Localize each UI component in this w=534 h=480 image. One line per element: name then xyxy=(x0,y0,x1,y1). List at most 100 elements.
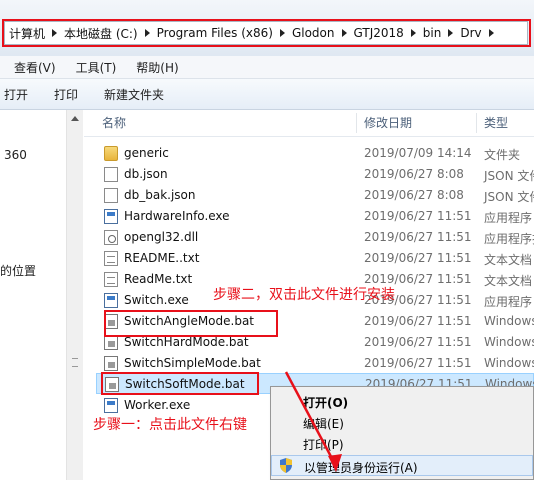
open-button[interactable]: 打开 xyxy=(4,86,28,103)
column-divider[interactable] xyxy=(476,113,477,133)
bat-icon xyxy=(104,314,118,329)
menu-tools[interactable]: 工具(T) xyxy=(62,59,123,76)
file-type: 应用程序扩 xyxy=(484,232,534,246)
address-bar-area: 计算机 本地磁盘 (C:) Program Files (x86) Glodon… xyxy=(0,0,534,56)
file-date: 2019/06/27 8:08 xyxy=(364,188,464,202)
folder-icon xyxy=(104,146,118,161)
breadcrumb-chevron-icon[interactable] xyxy=(341,29,347,37)
file-type: JSON 文件 xyxy=(484,190,534,204)
breadcrumb-chevron-icon[interactable] xyxy=(448,29,454,37)
column-date[interactable]: 修改日期 xyxy=(364,110,412,136)
file-name: db_bak.json xyxy=(124,188,196,202)
breadcrumb-chevron-icon[interactable] xyxy=(279,29,285,37)
breadcrumb-chevron-icon[interactable] xyxy=(52,29,58,37)
breadcrumb-local-disk[interactable]: 本地磁盘 (C:) xyxy=(64,25,138,42)
bat-icon xyxy=(104,335,118,350)
breadcrumb-chevron-icon[interactable] xyxy=(144,29,150,37)
new-folder-button[interactable]: 新建文件夹 xyxy=(104,86,164,103)
file-date: 2019/06/27 11:51 xyxy=(364,335,472,349)
file-row[interactable]: db.json 2019/06/27 8:08 JSON 文件 xyxy=(96,164,534,185)
nav-item-locations[interactable]: 的位置 xyxy=(0,262,36,279)
file-row[interactable]: SwitchHardMode.bat 2019/06/27 11:51 Wind… xyxy=(96,332,534,353)
file-row[interactable]: db_bak.json 2019/06/27 8:08 JSON 文件 xyxy=(96,185,534,206)
file-date: 2019/07/09 14:14 xyxy=(364,146,472,160)
bat-icon xyxy=(105,377,119,392)
file-name: HardwareInfo.exe xyxy=(124,209,230,223)
column-type[interactable]: 类型 xyxy=(484,110,508,136)
breadcrumb-chevron-icon[interactable] xyxy=(410,29,416,37)
file-name: opengl32.dll xyxy=(124,230,199,244)
file-name: SwitchSoftMode.bat xyxy=(125,377,245,391)
file-date: 2019/06/27 8:08 xyxy=(364,167,464,181)
file-row[interactable]: opengl32.dll 2019/06/27 11:51 应用程序扩 xyxy=(96,227,534,248)
context-edit-label: 编辑(E) xyxy=(303,417,344,431)
txt-icon xyxy=(104,272,118,287)
column-divider[interactable] xyxy=(356,113,357,133)
scroll-grip-icon[interactable] xyxy=(72,358,78,367)
file-type: JSON 文件 xyxy=(484,169,534,183)
uac-shield-icon xyxy=(280,458,292,473)
breadcrumb-chevron-icon[interactable] xyxy=(488,29,494,37)
dll-icon xyxy=(104,230,118,245)
file-name: Worker.exe xyxy=(124,398,191,412)
column-header: 名称 修改日期 类型 xyxy=(84,110,534,137)
file-type: Windows xyxy=(484,335,534,349)
file-name: Switch.exe xyxy=(124,293,189,307)
context-edit[interactable]: 编辑(E) xyxy=(271,412,533,433)
navigation-pane: 360 的位置 xyxy=(0,110,66,480)
context-print-label: 打印(P) xyxy=(303,438,344,452)
menu-bar: 查看(V) 工具(T) 帮助(H) xyxy=(0,56,534,79)
command-toolbar: 打开 打印 新建文件夹 xyxy=(0,79,534,110)
context-run-as-admin[interactable]: 以管理员身份运行(A) xyxy=(271,455,533,476)
file-type: 应用程序 xyxy=(484,295,533,309)
navigation-scrollbar[interactable] xyxy=(66,110,83,480)
context-open[interactable]: 打开(O) xyxy=(271,391,533,412)
file-icon xyxy=(104,188,118,203)
column-name[interactable]: 名称 xyxy=(102,110,126,136)
exe-icon xyxy=(104,209,118,224)
menu-view[interactable]: 查看(V) xyxy=(0,59,62,76)
context-menu: 打开(O) 编辑(E) 打印(P) 以管理员身份运行(A) xyxy=(270,386,534,480)
file-date: 2019/06/27 11:51 xyxy=(364,314,472,328)
file-row[interactable]: generic 2019/07/09 14:14 文件夹 xyxy=(96,143,534,164)
file-type: 文本文档 xyxy=(484,253,533,267)
file-row[interactable]: SwitchSimpleMode.bat 2019/06/27 11:51 Wi… xyxy=(96,353,534,374)
breadcrumb-computer[interactable]: 计算机 xyxy=(9,25,45,42)
bat-icon xyxy=(104,356,118,371)
context-print[interactable]: 打印(P) xyxy=(271,433,533,454)
file-name: README..txt xyxy=(124,251,200,265)
file-row[interactable]: HardwareInfo.exe 2019/06/27 11:51 应用程序 xyxy=(96,206,534,227)
file-name: SwitchAngleMode.bat xyxy=(124,314,255,328)
exe-icon xyxy=(104,398,118,413)
file-row[interactable]: SwitchAngleMode.bat 2019/06/27 11:51 Win… xyxy=(96,311,534,332)
breadcrumb[interactable]: 计算机 本地磁盘 (C:) Program Files (x86) Glodon… xyxy=(4,21,528,45)
file-date: 2019/06/27 11:51 xyxy=(364,209,472,223)
file-name: SwitchHardMode.bat xyxy=(124,335,249,349)
nav-item-360[interactable]: 360 xyxy=(4,148,27,162)
file-date: 2019/06/27 11:51 xyxy=(364,230,472,244)
file-name: generic xyxy=(124,146,169,160)
file-type: Windows xyxy=(484,356,534,370)
scroll-up-arrow-icon[interactable] xyxy=(71,116,79,121)
file-type: Windows xyxy=(484,314,534,328)
file-type: 文件夹 xyxy=(484,148,521,162)
file-type: 文本文档 xyxy=(484,274,533,288)
breadcrumb-drv[interactable]: Drv xyxy=(460,26,481,40)
file-name: ReadMe.txt xyxy=(124,272,193,286)
breadcrumb-gtj2018[interactable]: GTJ2018 xyxy=(354,26,404,40)
exe-icon xyxy=(104,293,118,308)
breadcrumb-glodon[interactable]: Glodon xyxy=(292,26,335,40)
txt-icon xyxy=(104,251,118,266)
file-date: 2019/06/27 11:51 xyxy=(364,356,472,370)
file-date: 2019/06/27 11:51 xyxy=(364,251,472,265)
print-button[interactable]: 打印 xyxy=(54,86,78,103)
context-run-as-admin-label: 以管理员身份运行(A) xyxy=(304,461,418,475)
breadcrumb-bin[interactable]: bin xyxy=(423,26,442,40)
context-open-label: 打开(O) xyxy=(303,396,349,410)
file-row[interactable]: README..txt 2019/06/27 11:51 文本文档 xyxy=(96,248,534,269)
menu-help[interactable]: 帮助(H) xyxy=(122,59,184,76)
file-type: 应用程序 xyxy=(484,211,533,225)
file-name: SwitchSimpleMode.bat xyxy=(124,356,261,370)
breadcrumb-program-files[interactable]: Program Files (x86) xyxy=(157,26,273,40)
file-icon xyxy=(104,167,118,182)
